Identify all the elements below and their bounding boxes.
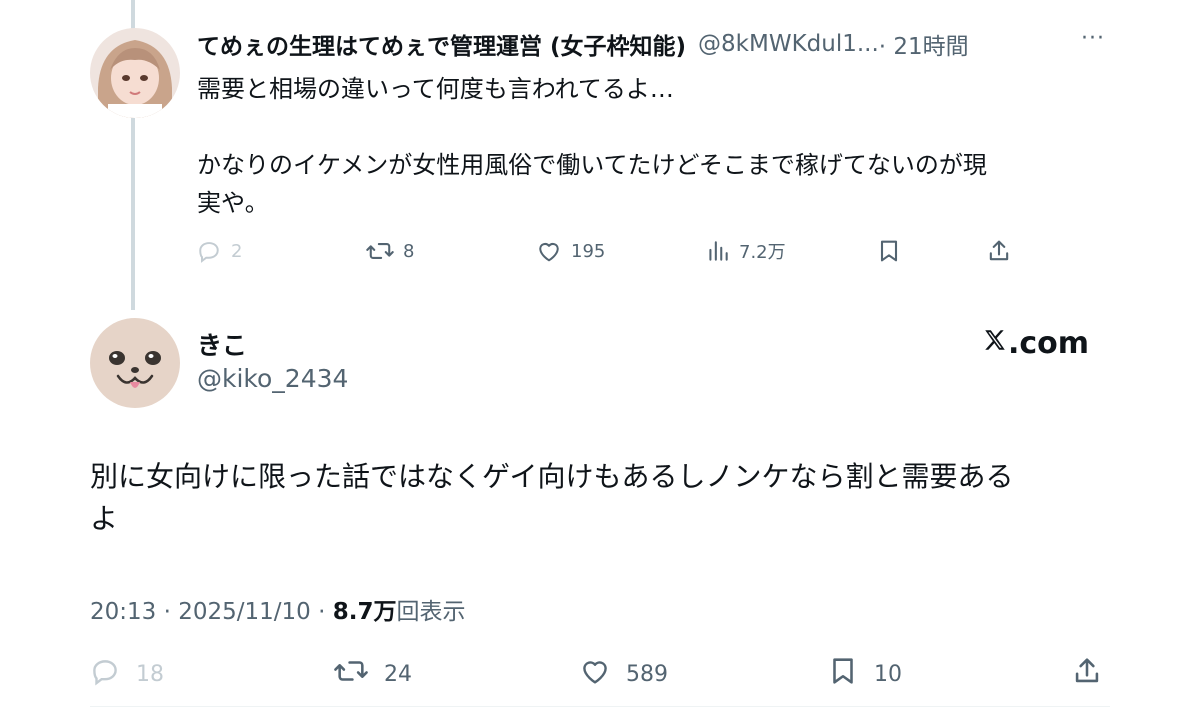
like-icon (578, 654, 612, 694)
main-share-button[interactable] (1070, 652, 1104, 696)
share-button[interactable] (985, 232, 1013, 270)
reply-icon (88, 654, 122, 694)
main-reply-count: 18 (136, 661, 164, 687)
main-bookmark-count: 10 (874, 661, 902, 687)
reply-tweet-actions: 2 8 195 7.2万 (195, 232, 1025, 270)
bookmark-button[interactable] (875, 232, 903, 270)
bottom-divider (90, 706, 1110, 707)
main-tweet-text: 別に女向けに限った話ではなくゲイ向けもあるしノンケなら割と需要ある よ (90, 460, 1014, 535)
tweet-views-count: 8.7万 (332, 599, 397, 625)
bookmark-icon (875, 237, 903, 265)
reply-tweet-header: てめぇの生理はてめぇで管理運営 (女子枠知能) @8kMWKdul1... · … (197, 26, 1117, 62)
x-com-label: .com (1008, 326, 1090, 361)
reply-icon (195, 237, 223, 265)
repost-button[interactable]: 8 (365, 232, 414, 270)
more-options-icon[interactable]: ··· (1081, 26, 1105, 51)
main-reply-button[interactable]: 18 (88, 652, 164, 696)
main-tweet-actions: 18 24 589 10 (88, 652, 1108, 696)
main-bookmark-button[interactable]: 10 (826, 652, 902, 696)
main-tweet-meta: 20:13 · 2025/11/10 · 8.7万回表示 (90, 592, 465, 626)
reply-tweet-text: 需要と相場の違いって何度も言われてるよ… かなりのイケメンが女性用風俗で働いてた… (197, 75, 987, 217)
main-like-button[interactable]: 589 (578, 652, 668, 696)
views-count: 7.2万 (739, 242, 786, 263)
main-author-handle[interactable]: @kiko_2434 (197, 364, 348, 393)
like-icon (535, 237, 563, 265)
share-icon (1070, 654, 1104, 694)
reply-button[interactable]: 2 (195, 232, 242, 270)
repost-icon (365, 237, 395, 265)
reply-author-handle[interactable]: @8kMWKdul1... (698, 31, 879, 57)
x-com-logo: .com (982, 326, 1089, 361)
main-repost-count: 24 (384, 661, 412, 687)
views-icon (705, 237, 731, 265)
reply-author-avatar[interactable] (90, 28, 180, 118)
like-button[interactable]: 195 (535, 232, 605, 270)
views-button[interactable]: 7.2万 (705, 232, 786, 270)
share-icon (985, 237, 1013, 265)
reply-author-name[interactable]: てめぇの生理はてめぇで管理運営 (女子枠知能) (197, 27, 686, 61)
tweet-views-label: 回表示 (396, 599, 466, 625)
main-like-count: 589 (626, 661, 668, 687)
reply-count: 2 (231, 240, 243, 262)
repost-icon (332, 654, 370, 694)
bookmark-icon (826, 654, 860, 694)
main-author-name[interactable]: きこ (197, 326, 247, 362)
like-count: 195 (571, 240, 606, 262)
x-logo-icon (982, 326, 1008, 361)
reply-tweet-time[interactable]: · 21時間 (879, 27, 969, 61)
repost-count: 8 (403, 240, 415, 262)
tweet-timestamp[interactable]: 20:13 · 2025/11/10 · (90, 599, 333, 625)
main-repost-button[interactable]: 24 (332, 652, 412, 696)
main-author-avatar[interactable] (90, 318, 180, 408)
